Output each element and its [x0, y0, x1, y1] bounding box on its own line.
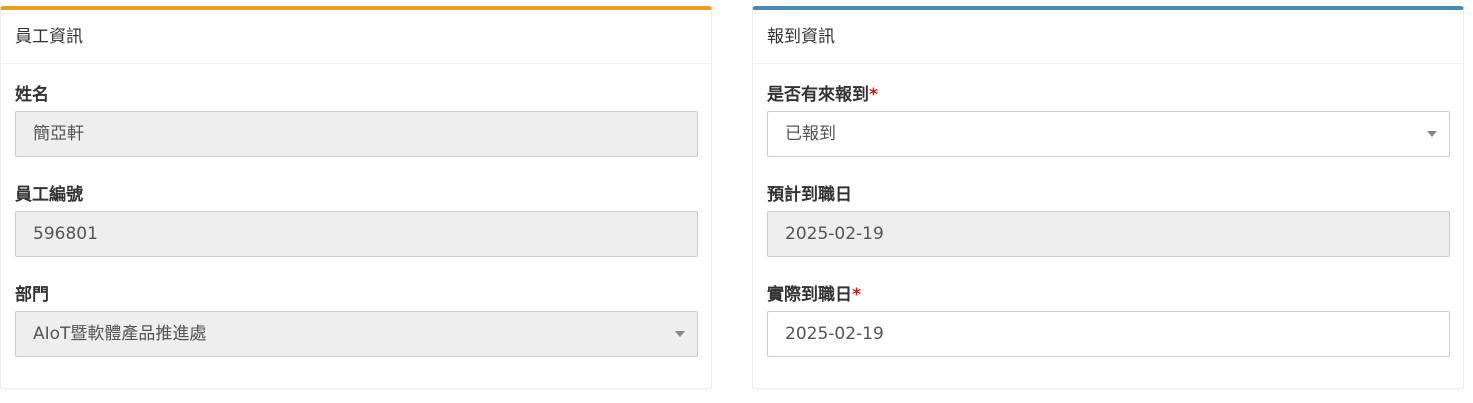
checked-in-label: 是否有來報到*	[767, 80, 878, 105]
expected-start-date-input: 2025-02-19	[767, 211, 1450, 257]
required-mark: *	[869, 85, 878, 105]
actual-start-date-field-group: 實際到職日* 2025-02-19	[767, 264, 1450, 364]
actual-start-date-label: 實際到職日*	[767, 280, 861, 305]
expected-start-date-value: 2025-02-19	[785, 224, 884, 244]
name-value: 簡亞軒	[33, 124, 84, 144]
checked-in-select[interactable]: 已報到	[767, 111, 1450, 157]
required-mark: *	[852, 285, 861, 305]
checkin-info-panel: 報到資訊 是否有來報到* 已報到 預計到職日 2025-02-19 實際到職日*…	[752, 6, 1464, 389]
chevron-down-icon	[1427, 131, 1437, 137]
actual-start-date-label-text: 實際到職日	[767, 285, 852, 305]
employee-id-value: 596801	[33, 224, 98, 244]
employee-id-input: 596801	[15, 211, 698, 257]
checkin-info-title: 報到資訊	[753, 10, 1463, 64]
actual-start-date-value: 2025-02-19	[785, 324, 884, 344]
employee-id-field-group: 員工編號 596801	[15, 164, 698, 264]
checked-in-field-group: 是否有來報到* 已報到	[767, 64, 1450, 164]
employee-info-title: 員工資訊	[1, 10, 711, 64]
name-field-group: 姓名 簡亞軒	[15, 64, 698, 164]
department-select: AIoT暨軟體產品推進處	[15, 311, 698, 357]
employee-info-panel: 員工資訊 姓名 簡亞軒 員工編號 596801 部門 AIoT暨軟體產品推進處	[0, 6, 712, 389]
employee-id-label: 員工編號	[15, 185, 83, 205]
chevron-down-icon	[675, 331, 685, 337]
expected-start-date-field-group: 預計到職日 2025-02-19	[767, 164, 1450, 264]
department-field-group: 部門 AIoT暨軟體產品推進處	[15, 264, 698, 364]
expected-start-date-label: 預計到職日	[767, 185, 852, 205]
name-input: 簡亞軒	[15, 111, 698, 157]
checked-in-label-text: 是否有來報到	[767, 85, 869, 105]
name-label: 姓名	[15, 85, 49, 105]
actual-start-date-input[interactable]: 2025-02-19	[767, 311, 1450, 357]
department-value: AIoT暨軟體產品推進處	[33, 324, 207, 344]
department-label: 部門	[15, 285, 49, 305]
checked-in-value: 已報到	[785, 124, 836, 144]
